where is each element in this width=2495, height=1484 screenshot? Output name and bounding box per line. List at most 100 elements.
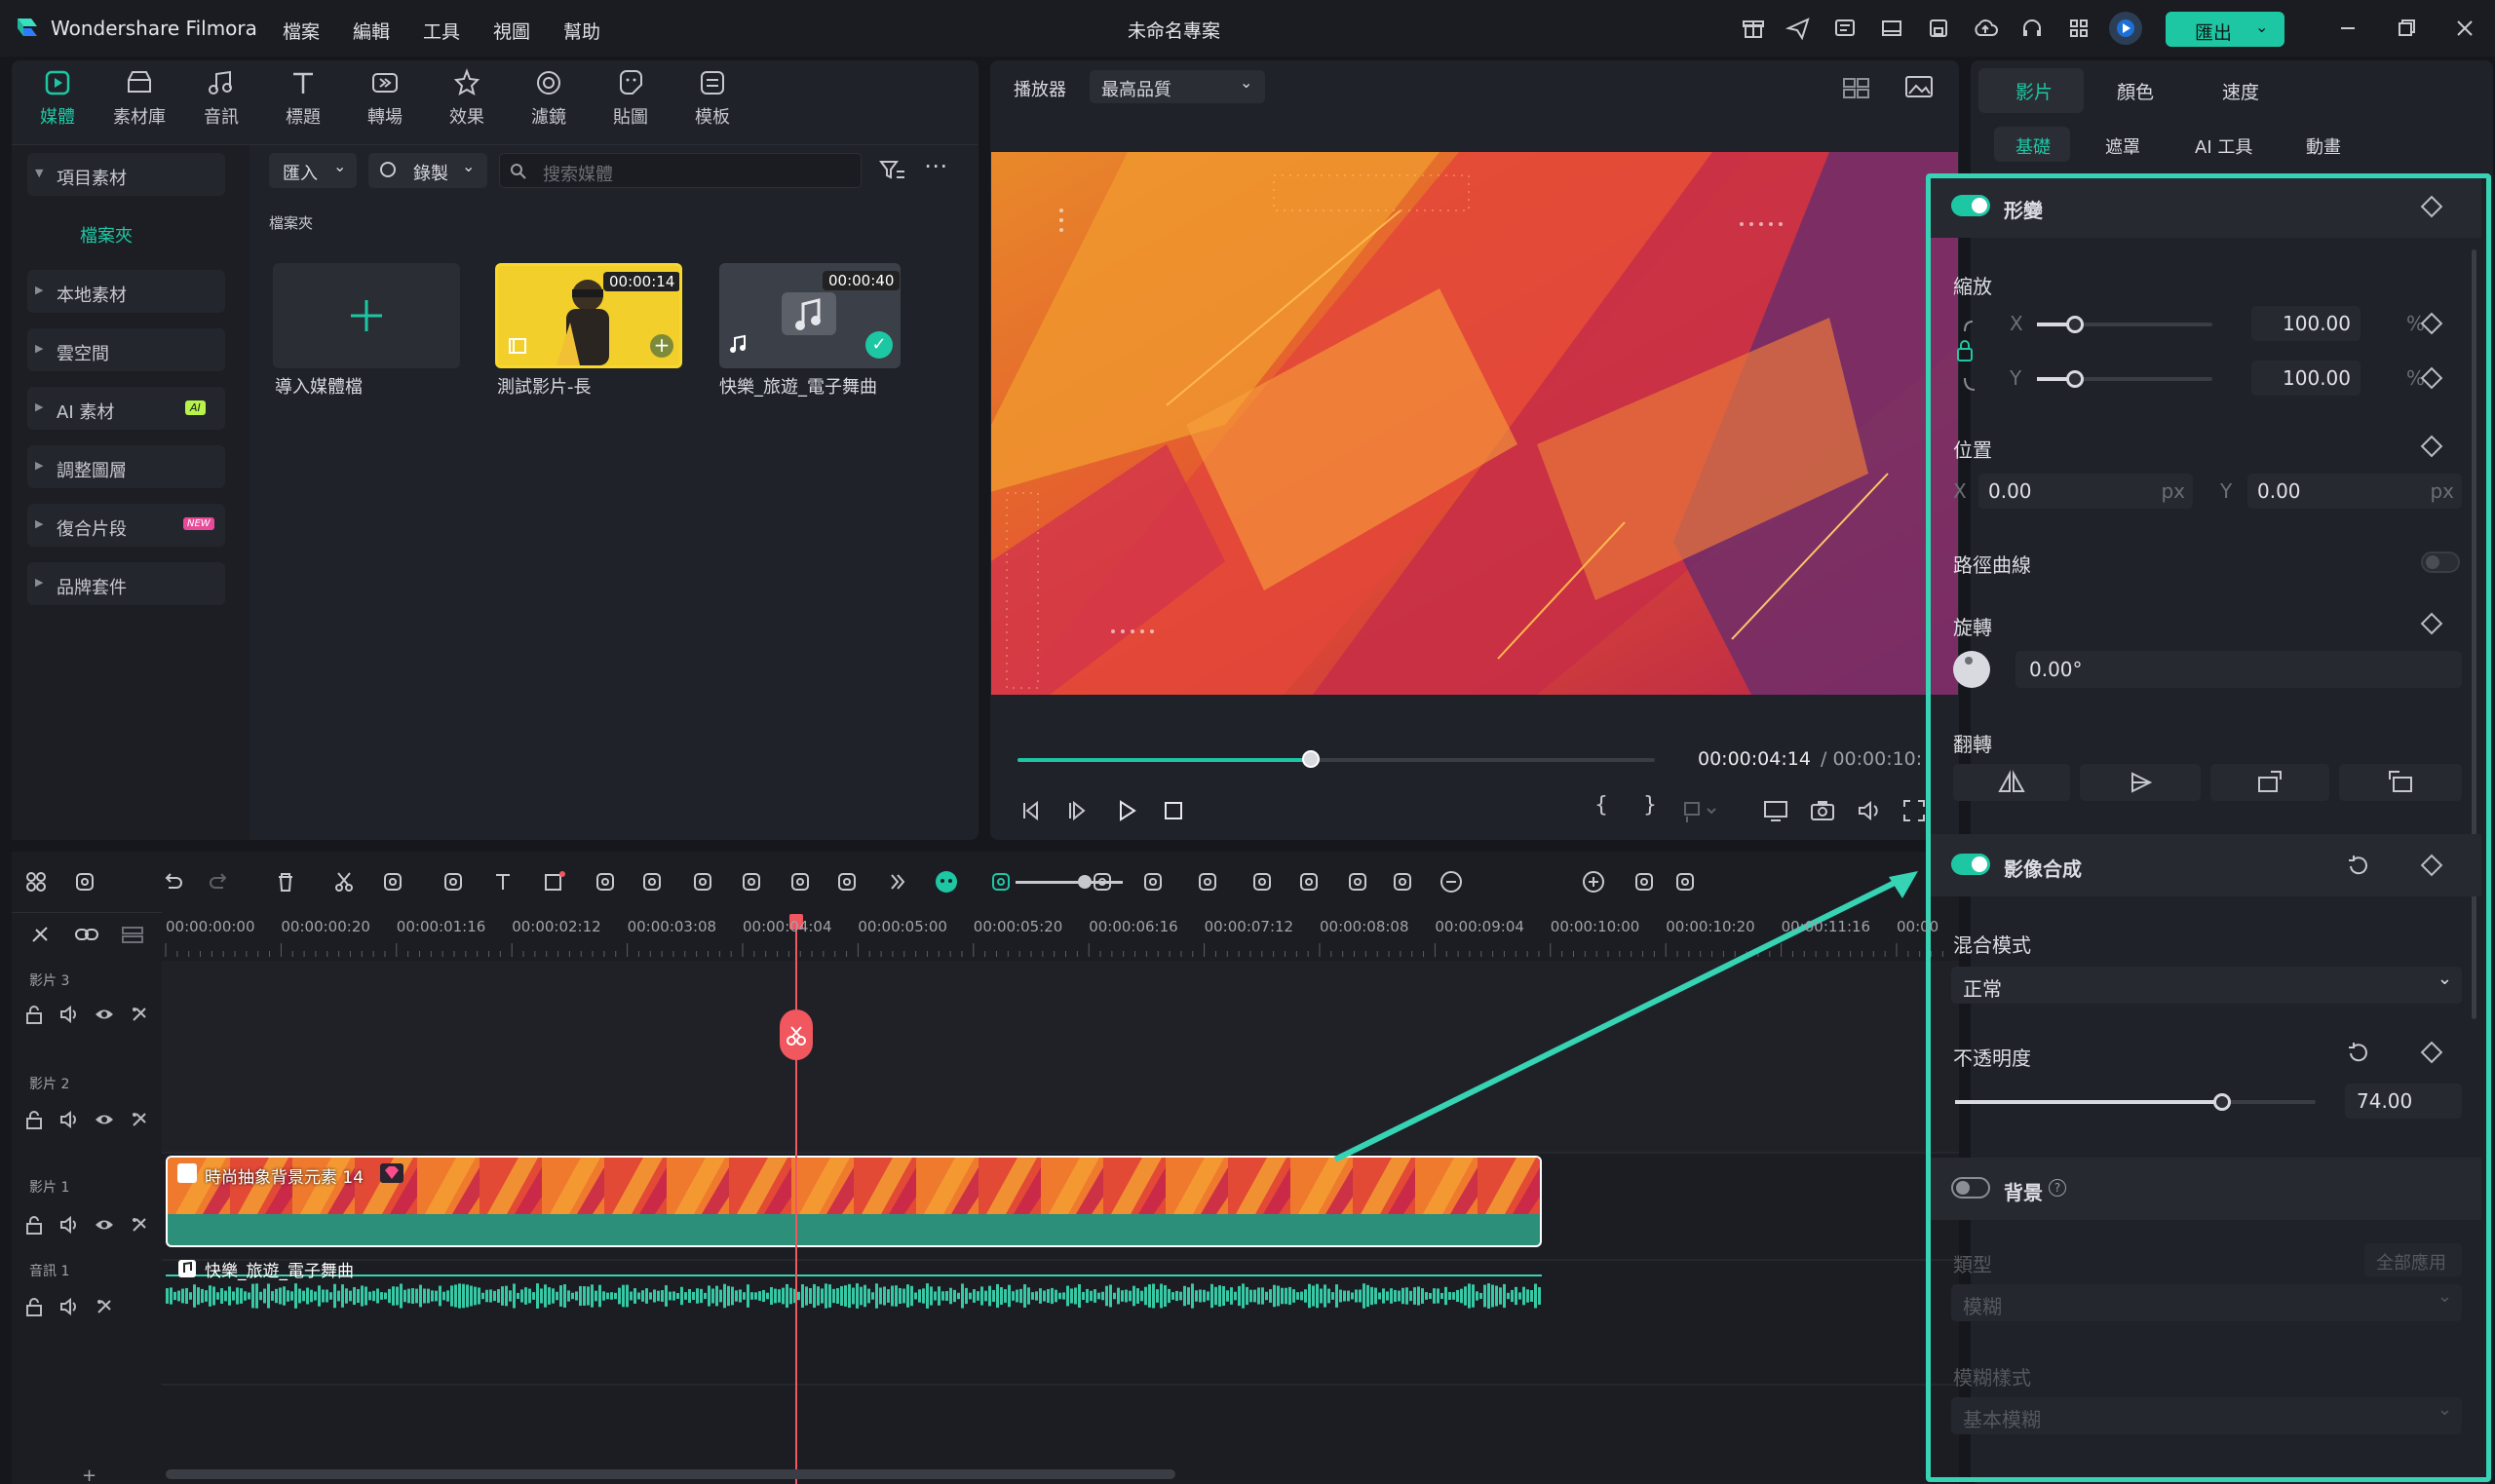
tab-stickers[interactable]: 貼圖 [596, 68, 665, 129]
insert-icon[interactable] [1682, 797, 1721, 824]
sidebar-item-compound[interactable]: ▶ 復合片段 NEW [27, 504, 225, 547]
tab-titles[interactable]: 標題 [269, 68, 337, 129]
more-icon[interactable] [885, 869, 910, 894]
layout-icon[interactable] [1877, 14, 1906, 43]
track-lock-icon[interactable] [23, 1214, 45, 1236]
snap-guide-icon[interactable] [988, 869, 1014, 894]
feedback-icon[interactable] [1830, 14, 1860, 43]
tab-speed[interactable]: 速度 [2222, 78, 2259, 104]
track-lock-icon[interactable] [23, 1109, 45, 1130]
minimize-icon[interactable] [2333, 14, 2362, 43]
track-manager-icon[interactable] [119, 922, 146, 947]
undo-icon[interactable] [160, 869, 185, 894]
track-volume-icon[interactable] [58, 1004, 80, 1025]
search-input[interactable]: 搜索媒體 [499, 153, 862, 188]
camera-icon[interactable] [1809, 797, 1836, 824]
layout-icon[interactable] [23, 869, 49, 894]
more-icon[interactable]: ⋯ [924, 152, 947, 179]
snapshot-view-icon[interactable] [1904, 74, 1934, 99]
subtab-ai-tools[interactable]: AI 工具 [2195, 133, 2252, 159]
export-button[interactable]: 匯出 ⌄ [2166, 12, 2284, 47]
motion-icon[interactable] [1140, 869, 1166, 894]
track-mute-ai-icon[interactable] [129, 1109, 150, 1130]
sidebar-item-adjust[interactable]: ▶ 調整圖層 [27, 445, 225, 488]
video-preview[interactable] [991, 152, 1958, 695]
color-icon[interactable] [690, 869, 715, 894]
restore-icon[interactable] [2392, 14, 2421, 43]
speed-icon[interactable] [639, 869, 665, 894]
tab-video[interactable]: 影片 [2015, 78, 2053, 104]
track-lock-icon[interactable] [23, 1004, 45, 1025]
playhead[interactable] [795, 916, 797, 1484]
tab-filters[interactable]: 濾鏡 [515, 68, 583, 129]
stop-icon[interactable] [1160, 797, 1187, 824]
mark-out-icon[interactable]: } [1643, 793, 1657, 818]
audio-edit-icon[interactable] [441, 869, 466, 894]
timeline-scrollbar[interactable] [166, 1469, 1175, 1479]
audio-mixer-icon[interactable] [1296, 869, 1322, 894]
playback-scrubber-handle[interactable] [1301, 750, 1320, 768]
filter-icon[interactable] [877, 156, 906, 185]
play-icon[interactable] [1113, 797, 1140, 824]
menu-view[interactable]: 視圖 [493, 18, 530, 44]
volume-icon[interactable] [1856, 797, 1883, 824]
grid-view-icon[interactable] [1842, 76, 1871, 99]
delete-icon[interactable] [273, 869, 298, 894]
mark-in-icon[interactable]: { [1594, 793, 1608, 818]
import-media-tile[interactable] [273, 263, 460, 368]
ai-edit-icon[interactable] [787, 869, 813, 894]
quality-dropdown[interactable]: 最高品質 ⌄ [1090, 70, 1265, 103]
split-scissors-icon[interactable] [780, 1009, 813, 1060]
track-eye-icon[interactable] [94, 1214, 115, 1236]
record-voice-icon[interactable] [1249, 869, 1275, 894]
save-icon[interactable] [1924, 14, 1953, 43]
menu-edit[interactable]: 編輯 [353, 18, 390, 44]
subtab-animation[interactable]: 動畫 [2306, 133, 2341, 159]
tab-templates[interactable]: 模板 [678, 68, 747, 129]
ai-cutout-icon[interactable] [739, 869, 764, 894]
snap-icon[interactable] [27, 922, 55, 947]
menu-file[interactable]: 檔案 [283, 18, 320, 44]
zoom-slider[interactable] [1016, 875, 1123, 889]
shape-icon[interactable] [542, 869, 567, 894]
media-thumb-audio[interactable]: 00:00:40 ✓ [719, 263, 901, 368]
subtab-mask[interactable]: 遮罩 [2105, 133, 2140, 159]
track-mute-ai-icon[interactable] [129, 1004, 150, 1025]
track-volume-icon[interactable] [58, 1214, 80, 1236]
menu-help[interactable]: 幫助 [563, 18, 600, 44]
select-icon[interactable] [72, 869, 97, 894]
track-mute-ai-icon[interactable] [129, 1214, 150, 1236]
track-eye-icon[interactable] [94, 1109, 115, 1130]
close-icon[interactable] [2450, 14, 2479, 43]
tab-effects[interactable]: 效果 [433, 68, 501, 129]
fullscreen-icon[interactable] [1900, 797, 1928, 824]
track-lock-icon[interactable] [23, 1296, 45, 1317]
apps-grid-icon[interactable] [2064, 14, 2093, 43]
cut-icon[interactable] [331, 869, 357, 894]
sidebar-item-local[interactable]: ▶ 本地素材 [27, 270, 225, 313]
display-icon[interactable] [1762, 797, 1789, 824]
tab-color[interactable]: 顏色 [2117, 78, 2154, 104]
track-volume-icon[interactable] [58, 1109, 80, 1130]
add-track-icon[interactable]: + [82, 1465, 96, 1484]
sidebar-item-project-media[interactable]: ▼ 項目素材 [27, 153, 225, 196]
marker-icon[interactable] [1195, 869, 1220, 894]
gift-icon[interactable] [1739, 14, 1768, 43]
duration-icon[interactable] [834, 869, 860, 894]
track-volume-icon[interactable] [58, 1296, 80, 1317]
tab-transitions[interactable]: 轉場 [351, 68, 419, 129]
subtab-basic[interactable]: 基礎 [2015, 133, 2051, 159]
sidebar-item-ai[interactable]: ▶ AI 素材 AI [27, 387, 225, 430]
menu-tools[interactable]: 工具 [423, 18, 460, 44]
next-frame-icon[interactable] [1064, 797, 1092, 824]
track-eye-icon[interactable] [94, 1004, 115, 1025]
cloud-upload-icon[interactable] [1971, 14, 2000, 43]
sidebar-item-brand[interactable]: ▶ 品牌套件 [27, 562, 225, 605]
ai-mate-icon[interactable] [934, 869, 959, 894]
tab-audio[interactable]: 音訊 [187, 68, 255, 129]
mask-icon[interactable] [593, 869, 618, 894]
redo-icon[interactable] [207, 869, 232, 894]
prev-frame-icon[interactable] [1017, 797, 1045, 824]
crop-icon[interactable] [380, 869, 405, 894]
audio-clip[interactable]: 快樂_旅遊_電子舞曲 [166, 1257, 1542, 1315]
